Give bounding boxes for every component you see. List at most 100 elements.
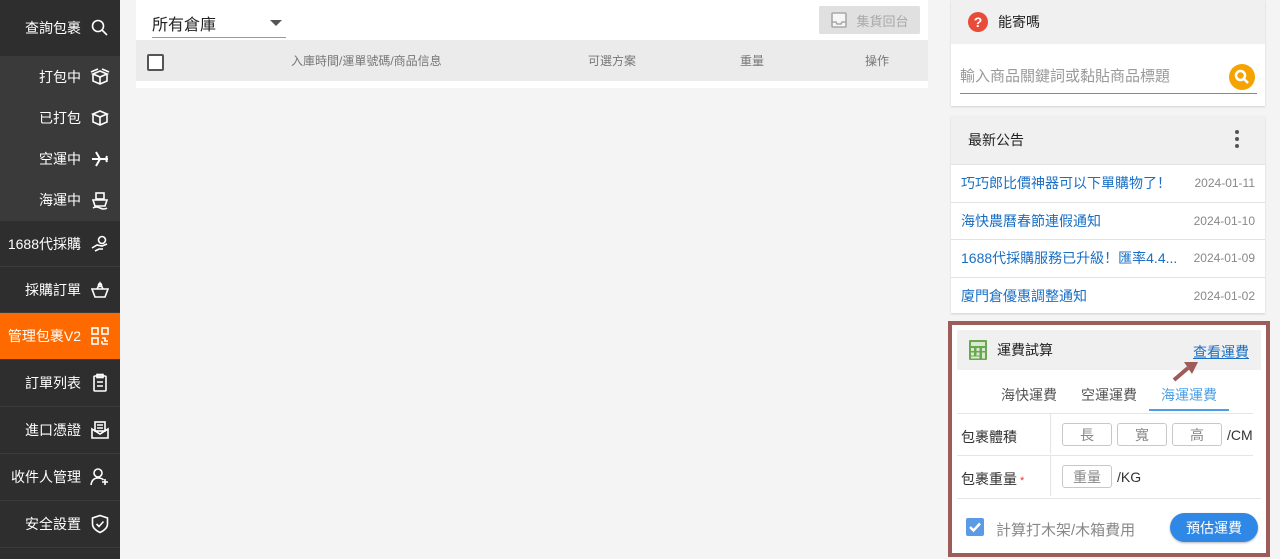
weight-unit: /KG [1117, 469, 1142, 485]
sidebar-item-manage-packages[interactable]: 管理包裹V2 [0, 313, 120, 360]
add-user-icon [90, 467, 110, 487]
volume-unit: /CM [1227, 427, 1253, 443]
freight-calculator-card: 運費試算 查看運費 海快運費 空運運費 海運運費 包裹體積 長 寬 高 /CM … [948, 321, 1270, 557]
ship-icon [90, 190, 110, 210]
view-freight-link[interactable]: 查看運費 [1193, 342, 1249, 362]
announcement-date: 2024-01-02 [1193, 288, 1255, 303]
height-input[interactable]: 高 [1172, 423, 1222, 446]
column-header-info: 入庫時間/運單號碼/商品信息 [291, 54, 442, 68]
announcement-title[interactable]: 海快農曆春節連假通知 [961, 211, 1183, 231]
basket-icon [90, 280, 110, 300]
sidebar-item-import-certificate[interactable]: 進口憑證 [0, 407, 120, 454]
caret-down-icon [270, 20, 282, 26]
warehouse-select[interactable]: 所有倉庫 [152, 8, 286, 38]
sidebar-item-recipient-management[interactable]: 收件人管理 [0, 454, 120, 501]
sidebar-item-search-package[interactable]: 查詢包裹 [0, 0, 120, 57]
weight-row: 包裹重量 * 重量 /KG [957, 455, 1253, 496]
volume-label: 包裹體積 [961, 429, 1017, 445]
announcement-item[interactable]: 巧巧郎比價神器可以下單購物了！ 2024-01-11 [951, 164, 1265, 202]
consolidate-button-label: 集貨回台 [856, 13, 909, 29]
column-header-actions: 操作 [865, 54, 890, 68]
announcement-item[interactable]: 1688代採購服務已升級！匯率4.4... 2024-01-09 [951, 239, 1265, 277]
announcement-title[interactable]: 1688代採購服務已升級！匯率4.4... [961, 248, 1183, 268]
length-input[interactable]: 長 [1062, 423, 1112, 446]
announcement-title[interactable]: 廈門倉優惠調整通知 [961, 286, 1183, 306]
sidebar-item-1688-purchase[interactable]: 1688代採購 [0, 221, 120, 267]
announcements-card: 最新公告 巧巧郎比價神器可以下單購物了！ 2024-01-11 海快農曆春節連假… [951, 116, 1265, 313]
sidebar-item-air-shipping[interactable]: 空運中 [0, 139, 120, 180]
weight-label-text: 包裹重量 [961, 471, 1017, 487]
announcement-date: 2024-01-11 [1194, 176, 1256, 191]
box-icon [90, 108, 110, 128]
announcement-date: 2024-01-10 [1193, 213, 1255, 228]
sidebar-item-label: 1688代採購 [7, 235, 81, 252]
hand-money-icon [90, 234, 110, 254]
freight-tabs: 海快運費 空運運費 海運運費 [957, 371, 1261, 411]
search-icon [1234, 69, 1249, 84]
sidebar-item-label: 打包中 [39, 69, 81, 85]
sidebar-item-label: 查詢包裹 [25, 20, 81, 36]
volume-row: 包裹體積 長 寬 高 /CM [957, 413, 1253, 454]
sidebar-item-order-list[interactable]: 訂單列表 [0, 360, 120, 407]
crate-fee-label[interactable]: 計算打木架/木箱費用 [996, 519, 1135, 540]
row-divider [1050, 456, 1051, 496]
sidebar-item-label: 管理包裹V2 [7, 328, 81, 344]
announcements-header: 最新公告 [951, 116, 1265, 164]
can-ship-card: ? 能寄嗎 [951, 0, 1265, 106]
sidebar-item-label: 收件人管理 [11, 469, 81, 485]
airplane-icon [90, 149, 110, 169]
item-search [960, 62, 1257, 94]
freight-calculator-title: 運費試算 [997, 342, 1053, 358]
freight-calculator-header: 運費試算 查看運費 [957, 330, 1261, 382]
calculator-icon [969, 340, 987, 360]
announcement-item[interactable]: 廈門倉優惠調整通知 2024-01-02 [951, 276, 1265, 315]
column-header-weight: 重量 [740, 54, 765, 68]
tab-sea-freight[interactable]: 海運運費 [1149, 371, 1229, 411]
shield-check-icon [90, 514, 110, 534]
sidebar-item-label: 採購訂單 [25, 281, 81, 298]
sidebar-item-sea-shipping[interactable]: 海運中 [0, 180, 120, 221]
warehouse-select-value: 所有倉庫 [152, 16, 217, 34]
weight-input[interactable]: 重量 [1062, 465, 1112, 488]
sidebar-item-packed[interactable]: 已打包 [0, 98, 120, 139]
select-all-checkbox[interactable] [147, 54, 164, 71]
clipboard-icon [90, 373, 110, 393]
tab-express-freight[interactable]: 海快運費 [989, 371, 1069, 411]
announcements-title: 最新公告 [968, 132, 1024, 148]
width-input[interactable]: 寬 [1117, 423, 1167, 446]
column-header-options: 可選方案 [588, 54, 637, 68]
box-open-icon [90, 67, 110, 87]
can-ship-title: 能寄嗎 [998, 14, 1040, 30]
inbox-icon [831, 12, 848, 28]
more-vertical-icon[interactable] [1235, 130, 1239, 151]
qr-grid-icon [90, 326, 110, 346]
crate-fee-checkbox[interactable] [966, 518, 984, 536]
sidebar-item-label: 安全設置 [25, 516, 81, 532]
sidebar-item-label: 空運中 [39, 151, 81, 167]
announcement-date: 2024-01-09 [1193, 251, 1255, 266]
sidebar-item-purchase-orders[interactable]: 採購訂單 [0, 267, 120, 313]
question-icon: ? [968, 12, 988, 32]
item-search-input[interactable] [960, 62, 1210, 90]
sidebar-item-security-settings[interactable]: 安全設置 [0, 501, 120, 548]
announcement-title[interactable]: 巧巧郎比價神器可以下單購物了！ [961, 173, 1183, 193]
can-ship-header: ? 能寄嗎 [951, 0, 1265, 44]
envelope-doc-icon [90, 420, 110, 440]
sidebar-item-packing[interactable]: 打包中 [0, 57, 120, 98]
freight-footer: 計算打木架/木箱費用 預估運費 [957, 498, 1261, 548]
required-mark: * [1020, 475, 1025, 487]
search-icon [90, 18, 110, 38]
tab-air-freight[interactable]: 空運運費 [1069, 371, 1149, 411]
row-divider [1050, 414, 1051, 454]
consolidate-button[interactable]: 集貨回台 [819, 6, 920, 34]
table-header: 入庫時間/運單號碼/商品信息 可選方案 重量 操作 [136, 40, 928, 81]
estimate-freight-button[interactable]: 預估運費 [1170, 513, 1258, 542]
sidebar: 查詢包裹 打包中 已打包 空運中 海運中 1688代採購 採購訂單 管理包裹V2… [0, 0, 120, 559]
check-icon [969, 522, 981, 533]
sidebar-item-label: 進口憑證 [25, 422, 81, 438]
sidebar-item-label: 海運中 [39, 192, 81, 208]
sidebar-item-label: 已打包 [39, 110, 81, 126]
item-search-button[interactable] [1229, 64, 1255, 90]
package-list-panel: 所有倉庫 集貨回台 入庫時間/運單號碼/商品信息 可選方案 重量 操作 [136, 0, 928, 88]
announcement-item[interactable]: 海快農曆春節連假通知 2024-01-10 [951, 201, 1265, 240]
